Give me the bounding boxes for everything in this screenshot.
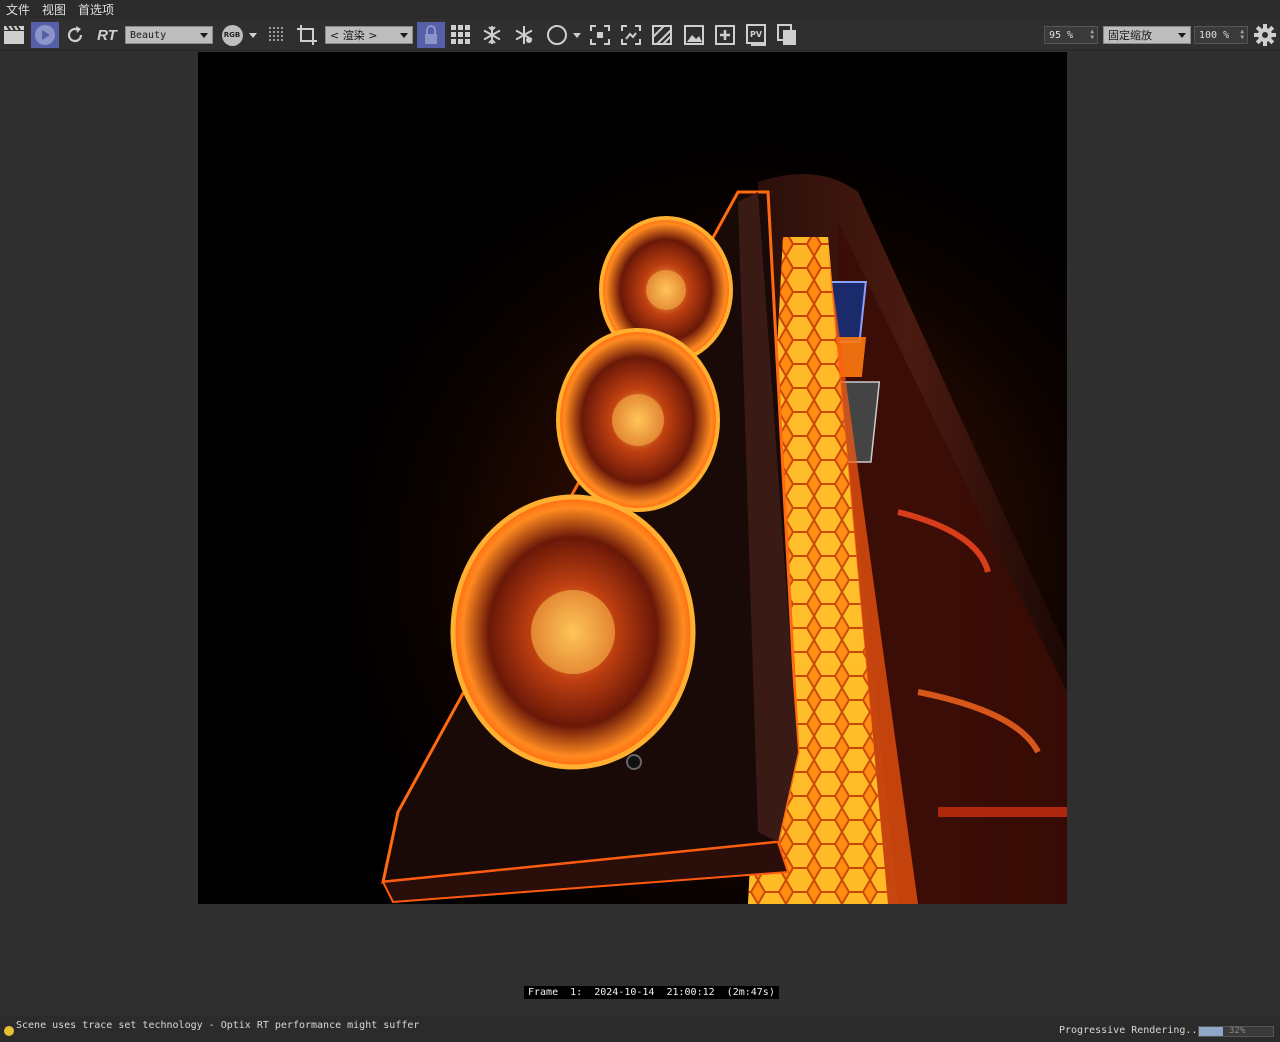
menu-bar: 文件 视图 首选项 — [0, 0, 1280, 19]
circle-icon[interactable] — [545, 22, 569, 48]
svg-text:PV: PV — [750, 30, 763, 39]
chevron-down-icon — [200, 33, 208, 38]
status-bar: Scene uses trace set technology - Optix … — [0, 1016, 1280, 1042]
render-image — [198, 52, 1067, 904]
pass-select-value: Beauty — [130, 29, 167, 41]
rt-icon[interactable]: RT — [93, 22, 121, 48]
pass-select[interactable]: Beauty — [125, 26, 213, 44]
crop-icon[interactable] — [295, 22, 319, 48]
snowflake-icon[interactable] — [481, 22, 503, 48]
rgb-badge: RGB — [221, 24, 243, 46]
refresh-icon[interactable] — [64, 22, 86, 48]
render-progress-bar: 32% — [1198, 1026, 1274, 1037]
render-region-value: < 渲染 > — [330, 29, 378, 42]
add-icon[interactable] — [714, 22, 736, 48]
zoom-spinner[interactable]: 95 % ▲ ▼ — [1044, 26, 1098, 44]
spin-arrows-icon[interactable]: ▲ ▼ — [1240, 29, 1244, 41]
menu-preferences[interactable]: 首选项 — [78, 1, 114, 18]
progressive-rendering-label: Progressive Rendering... — [1059, 1025, 1204, 1036]
copy-icon[interactable] — [776, 22, 798, 48]
rgb-icon[interactable]: RGB — [220, 22, 244, 48]
frame-icon[interactable] — [620, 22, 642, 48]
scale-mode-select[interactable]: 固定缩放 — [1103, 26, 1191, 44]
exposure-spinner[interactable]: 100 % ▲ ▼ — [1194, 26, 1248, 44]
snowflake-alt-icon[interactable] — [513, 22, 535, 48]
scale-mode-value: 固定缩放 — [1108, 29, 1152, 42]
stripes-icon[interactable] — [651, 22, 673, 48]
render-region-select[interactable]: < 渲染 > — [325, 26, 413, 44]
pv-icon[interactable]: PV — [745, 22, 767, 48]
menu-file[interactable]: 文件 — [6, 1, 30, 18]
exposure-value: 100 % — [1199, 29, 1230, 41]
warning-dot-icon — [4, 1026, 14, 1036]
gear-icon[interactable] — [1253, 22, 1277, 48]
zoom-value: 95 % — [1049, 29, 1074, 41]
render-viewport[interactable] — [198, 52, 1067, 904]
progress-fill — [1199, 1027, 1223, 1036]
image-icon[interactable] — [683, 22, 705, 48]
clapper-icon[interactable] — [2, 22, 26, 48]
grid-icon[interactable] — [450, 22, 472, 48]
circle-dropdown-icon[interactable] — [570, 22, 584, 48]
chevron-down-icon — [400, 33, 408, 38]
dots-grid-icon[interactable] — [266, 22, 288, 48]
frame-info-label: Frame 1: 2024-10-14 21:00:12 (2m:47s) — [524, 986, 779, 999]
menu-view[interactable]: 视图 — [42, 1, 66, 18]
rgb-dropdown-icon[interactable] — [246, 22, 260, 48]
progress-text: 32% — [1229, 1026, 1246, 1036]
spin-arrows-icon[interactable]: ▲ ▼ — [1090, 29, 1094, 41]
status-message: Scene uses trace set technology - Optix … — [16, 1020, 420, 1031]
focus-icon[interactable] — [589, 22, 611, 48]
lock-icon[interactable] — [417, 22, 445, 48]
toolbar: RT Beauty RGB < 渲染 > PV 95 % ▲ ▼ 固定缩放 10… — [0, 19, 1280, 51]
play-render-icon[interactable] — [31, 22, 59, 48]
chevron-down-icon — [1178, 33, 1186, 38]
